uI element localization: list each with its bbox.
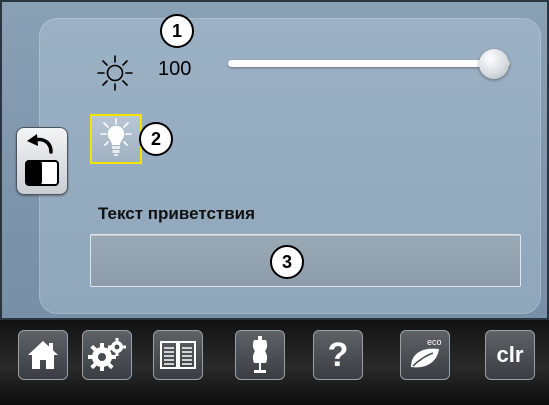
clear-label: clr [496, 342, 524, 367]
brightness-slider-track[interactable] [228, 60, 510, 67]
callout-badge-2: 2 [139, 122, 173, 156]
dress-form-icon [252, 336, 268, 373]
greeting-text-label: Текст приветствия [98, 204, 256, 223]
eco-button[interactable]: eco [400, 330, 450, 380]
gears-icon [88, 338, 126, 371]
light-toggle-button[interactable] [90, 114, 142, 164]
home-button[interactable] [18, 330, 68, 380]
callout-badge-1: 1 [160, 14, 194, 48]
clear-button[interactable]: clr [485, 330, 535, 380]
bulb-icon [100, 118, 132, 156]
book-icon [160, 341, 196, 369]
brightness-value: 100 [158, 58, 192, 80]
eco-label: eco [427, 337, 442, 347]
callout-badge-3: 3 [270, 245, 304, 279]
help-button[interactable]: ? [313, 330, 363, 380]
brightness-slider-thumb[interactable] [479, 49, 509, 79]
undo-arrow-icon [25, 134, 59, 186]
back-button[interactable] [16, 127, 68, 195]
tutorial-button[interactable] [235, 330, 285, 380]
leaf-eco-icon: eco [411, 337, 442, 368]
greeting-text-field[interactable] [90, 234, 521, 287]
manual-button[interactable] [153, 330, 203, 380]
sun-icon [97, 55, 133, 91]
home-icon [28, 341, 58, 369]
settings-button[interactable] [82, 330, 132, 380]
question-icon: ? [327, 336, 349, 374]
